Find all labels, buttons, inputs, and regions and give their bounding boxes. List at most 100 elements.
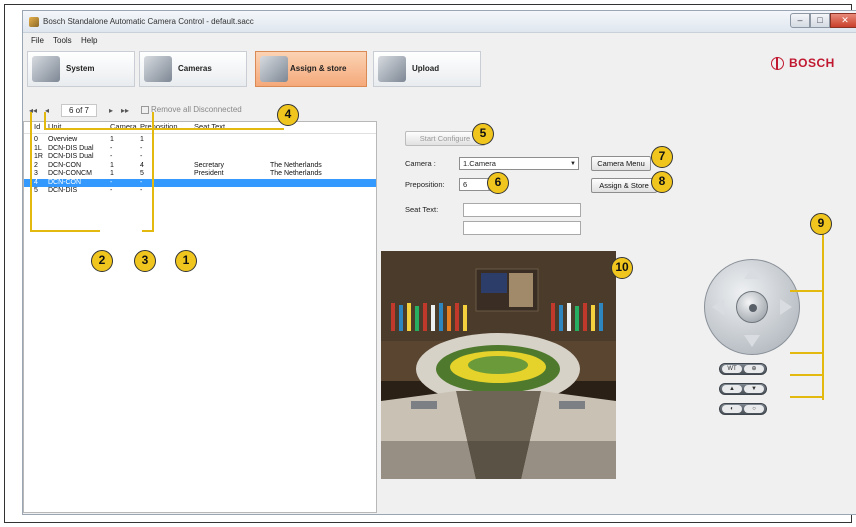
last-record-button[interactable]: ▸▸ xyxy=(121,105,129,117)
focus-far-button[interactable]: ▼ xyxy=(744,385,764,393)
unit-list: Id Unit Camera Preposition Seat Text 0 Ov… xyxy=(23,121,377,513)
preposition-value: 6 xyxy=(463,180,468,189)
callout-4: 4 xyxy=(277,104,299,126)
table-row[interactable]: 1R DCN-DIS Dual - - xyxy=(24,153,376,161)
minimize-button[interactable]: – xyxy=(790,13,810,28)
cell-id: 2 xyxy=(34,161,38,169)
remove-icon xyxy=(141,106,149,114)
callout-line xyxy=(790,396,824,398)
camera-preview-image xyxy=(381,251,616,479)
table-row[interactable]: 5 DCN-DIS - - xyxy=(24,187,376,195)
step-system-label: System xyxy=(66,64,95,73)
cell-preposition: 4 xyxy=(140,161,144,169)
pan-left-icon[interactable] xyxy=(712,299,724,315)
title-bar: Bosch Standalone Automatic Camera Contro… xyxy=(23,11,856,33)
seat-text-field-line1[interactable] xyxy=(463,203,581,217)
callout-line xyxy=(152,112,154,232)
maximize-button[interactable]: □ xyxy=(810,13,830,28)
step-upload[interactable]: Upload xyxy=(373,51,481,87)
camera-label: Camera : xyxy=(405,159,436,168)
header-id[interactable]: Id xyxy=(34,122,40,131)
camera-menu-button[interactable]: Camera Menu xyxy=(591,156,651,171)
ptz-center-button[interactable] xyxy=(736,291,768,323)
zoom-out-button[interactable]: WT xyxy=(722,365,742,373)
cell-unit: Overview xyxy=(48,136,78,143)
cell-preposition: - xyxy=(140,153,143,160)
step-assign-store-label: Assign & store xyxy=(290,64,347,73)
cell-preposition: - xyxy=(140,178,143,186)
cell-id: 1L xyxy=(34,144,42,152)
table-row[interactable]: 4 DCN-CON - - xyxy=(24,178,376,187)
cell-id: 4 xyxy=(34,178,38,186)
window-title: Bosch Standalone Automatic Camera Contro… xyxy=(43,17,254,26)
pan-up-icon[interactable] xyxy=(744,267,760,279)
cell-camera: - xyxy=(110,178,113,186)
table-row[interactable]: 1L DCN-DIS Dual - - xyxy=(24,145,376,153)
cell-camera: 1 xyxy=(110,136,114,143)
callout-line xyxy=(44,128,284,130)
chevron-down-icon: ▼ xyxy=(570,161,576,167)
cell-camera: - xyxy=(110,153,113,160)
table-row[interactable]: 2 DCN-CON 1 4 Secretary The Netherlands xyxy=(24,162,376,170)
cell-camera: 1 xyxy=(110,161,114,169)
iris-close-button[interactable]: ◐ xyxy=(722,405,742,413)
camera-select[interactable]: 1.Camera ▼ xyxy=(459,157,579,170)
assign-store-icon xyxy=(260,56,288,82)
callout-7: 7 xyxy=(651,146,673,168)
pan-down-icon[interactable] xyxy=(744,335,760,347)
step-cameras[interactable]: Cameras xyxy=(139,51,247,87)
cell-preposition: - xyxy=(140,187,143,194)
cell-id: 5 xyxy=(34,187,38,194)
zoom-in-button[interactable]: ⊕ xyxy=(744,365,764,373)
step-assign-store[interactable]: Assign & store xyxy=(255,51,367,87)
step-system[interactable]: System xyxy=(27,51,135,87)
table-row[interactable]: 0 Overview 1 1 xyxy=(24,136,376,144)
pan-right-icon[interactable] xyxy=(780,299,792,315)
workflow-steps: System Cameras Assign & store Upload xyxy=(27,51,527,99)
focus-near-button[interactable]: ▲ xyxy=(722,385,742,393)
conference-room-illustration xyxy=(381,251,616,479)
callout-1: 1 xyxy=(175,250,197,272)
upload-icon xyxy=(378,56,406,82)
menu-file[interactable]: File xyxy=(31,36,44,45)
camera-select-value: 1.Camera xyxy=(463,159,496,168)
bosch-logo: BOSCH xyxy=(771,55,856,71)
cell-preposition: 1 xyxy=(140,136,144,143)
record-navigator: ◂◂ ◂ 6 of 7 ▸ ▸▸ Remove all Disconnected xyxy=(23,103,377,119)
record-position: 6 of 7 xyxy=(61,104,97,117)
cell-country: The Netherlands xyxy=(270,161,322,169)
cell-unit: DCN-CON xyxy=(48,161,82,169)
callout-line xyxy=(790,352,824,354)
configuration-panel: Start Configure Camera : 1.Camera ▼ Came… xyxy=(381,121,856,513)
bosch-logo-text: BOSCH xyxy=(789,56,835,70)
cell-seat: President xyxy=(194,170,224,177)
cell-camera: - xyxy=(110,187,113,194)
assign-store-button[interactable]: Assign & Store xyxy=(591,178,657,193)
next-record-button[interactable]: ▸ xyxy=(109,105,113,117)
menu-help[interactable]: Help xyxy=(81,36,97,45)
focus-control: ▲ ▼ xyxy=(719,383,767,395)
remove-all-disconnected-button[interactable]: Remove all Disconnected xyxy=(151,105,242,114)
callout-9: 9 xyxy=(810,213,832,235)
menu-tools[interactable]: Tools xyxy=(53,36,72,45)
table-row[interactable]: 3 DCN-CONCM 1 5 President The Netherlands xyxy=(24,170,376,178)
cell-id: 3 xyxy=(34,170,38,177)
cell-unit: DCN-DIS xyxy=(48,187,78,194)
zoom-control: WT ⊕ xyxy=(719,363,767,375)
bosch-logo-icon xyxy=(771,57,784,70)
camera-icon xyxy=(144,56,172,82)
cell-id: 0 xyxy=(34,136,38,143)
step-cameras-label: Cameras xyxy=(178,64,212,73)
cell-preposition: - xyxy=(140,144,143,152)
cell-country: The Netherlands xyxy=(270,170,322,177)
seat-text-field-line2[interactable] xyxy=(463,221,581,235)
ptz-control xyxy=(704,259,800,355)
close-button[interactable]: ✕ xyxy=(830,13,856,28)
callout-2: 2 xyxy=(91,250,113,272)
cell-unit: DCN-CON xyxy=(48,178,82,186)
callout-line xyxy=(790,374,824,376)
cell-camera: 1 xyxy=(110,170,114,177)
callout-line xyxy=(790,290,824,292)
iris-open-button[interactable]: ○ xyxy=(744,405,764,413)
cell-id: 1R xyxy=(34,153,43,160)
